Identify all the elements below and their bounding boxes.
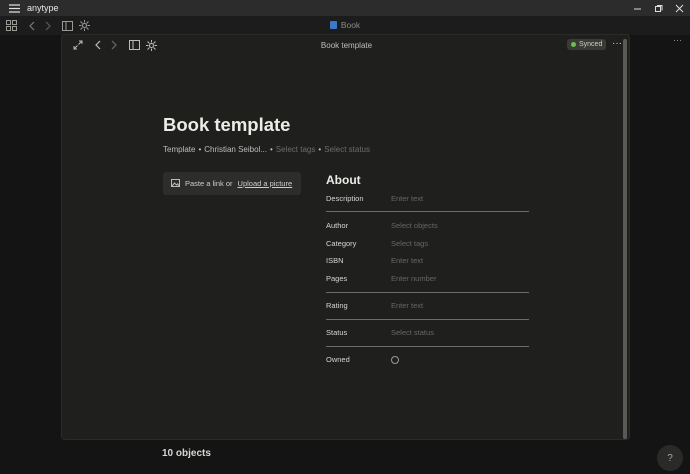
relation-value[interactable]: Enter text — [391, 194, 423, 203]
relation-pages[interactable]: Pages Enter number — [326, 274, 529, 286]
upload-prefix: Paste a link or — [185, 179, 233, 188]
cover-upload-area[interactable]: Paste a link or Upload a picture — [163, 172, 301, 195]
relation-label: Rating — [326, 301, 348, 310]
objects-count: 10 objects — [162, 448, 211, 459]
page-panel: Book template Synced ··· Book template T… — [61, 34, 630, 440]
status-dot — [571, 42, 576, 47]
app-toolbar: Book ··· — [0, 16, 690, 45]
relation-rating[interactable]: Rating Enter text — [326, 301, 529, 313]
divider — [326, 346, 529, 347]
help-button[interactable]: ? — [657, 445, 683, 471]
relation-value[interactable]: Select status — [391, 328, 434, 337]
type-link[interactable]: Template — [163, 145, 195, 154]
relation-value[interactable]: Enter text — [391, 256, 423, 265]
upload-picture-link[interactable]: Upload a picture — [238, 179, 293, 188]
document-tab[interactable]: Book — [0, 20, 690, 30]
relation-category[interactable]: Category Select tags — [326, 239, 529, 251]
scrollbar[interactable] — [623, 39, 627, 439]
relation-label: Status — [326, 328, 348, 337]
about-heading: About — [326, 173, 361, 187]
relation-value[interactable]: Enter text — [391, 301, 423, 310]
relation-label: Pages — [326, 274, 348, 283]
divider — [326, 211, 529, 212]
relation-value[interactable]: Select objects — [391, 221, 438, 230]
relation-label: Category — [326, 239, 357, 248]
relation-label: Description — [326, 194, 364, 203]
more-icon[interactable]: ··· — [612, 38, 622, 49]
page-title[interactable]: Book template — [163, 114, 290, 136]
hamburger-icon[interactable] — [5, 0, 23, 16]
relation-value[interactable]: Select tags — [391, 239, 428, 248]
relation-author[interactable]: Author Select objects — [326, 221, 529, 233]
title-bar: anytype — [0, 0, 690, 16]
more-icon[interactable]: ··· — [673, 35, 682, 45]
relation-label: Author — [326, 221, 349, 230]
tags-select[interactable]: Select tags — [276, 145, 316, 154]
relation-status[interactable]: Status Select status — [326, 328, 529, 340]
featured-relations: Template • Christian Seibol... • Select tags… — [163, 145, 370, 154]
relation-description[interactable]: Description Enter text — [326, 194, 529, 206]
divider — [326, 292, 529, 293]
app-name: anytype — [27, 3, 59, 13]
relation-label: Owned — [326, 355, 350, 364]
owned-checkbox[interactable] — [391, 356, 399, 364]
maximize-icon[interactable] — [654, 4, 663, 13]
relation-owned[interactable]: Owned — [326, 355, 529, 367]
minimize-icon[interactable] — [633, 4, 642, 13]
image-icon — [171, 178, 180, 189]
divider — [326, 319, 529, 320]
close-icon[interactable] — [675, 4, 684, 13]
creator-link[interactable]: Christian Seibol... — [204, 145, 267, 154]
book-icon — [329, 21, 337, 29]
panel-title: Book template — [320, 41, 373, 50]
relation-isbn[interactable]: ISBN Enter text — [326, 256, 529, 268]
status-select[interactable]: Select status — [324, 145, 370, 154]
sync-status-badge[interactable]: Synced — [567, 39, 607, 50]
relation-value[interactable]: Enter number — [391, 274, 436, 283]
relation-label: ISBN — [326, 256, 344, 265]
